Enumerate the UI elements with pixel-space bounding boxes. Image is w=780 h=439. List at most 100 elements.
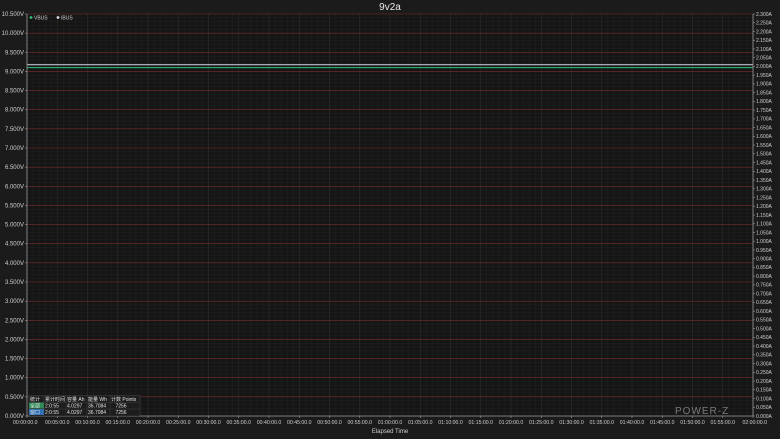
y-right-tick-label: 0.150A	[756, 388, 773, 394]
y-left-tick-label: 4.500V	[5, 242, 24, 248]
y-right-tick-label: 1.150A	[756, 213, 773, 219]
y-right-tick-label: 0.400A	[756, 344, 773, 350]
y-right-tick-label: 0.800A	[756, 274, 773, 280]
legend-vbus-label: VBUS	[34, 16, 48, 22]
y-right-tick-label: 0.000A	[756, 414, 773, 420]
y-right-tick-label: 2.300A	[756, 12, 773, 18]
y-left-tick-label: 4.000V	[5, 261, 24, 267]
stats-header-cell: 统计	[30, 396, 40, 403]
x-tick-label: 00:15:00.0	[105, 420, 130, 426]
y-right-tick-label: 0.500A	[756, 326, 773, 332]
stats-row-label: 全部	[30, 403, 40, 410]
x-tick-label: 00:50:00.0	[317, 420, 342, 426]
y-left-tick-label: 9.500V	[5, 50, 24, 56]
x-tick-label: 00:30:00.0	[196, 420, 221, 426]
y-right-tick-label: 0.250A	[756, 370, 773, 376]
legend-vbus-marker	[29, 16, 33, 19]
stats-cell: 7256	[115, 410, 126, 416]
y-right-tick-label: 1.900A	[756, 82, 773, 88]
y-left-tick-label: 1.500V	[5, 357, 24, 363]
x-tick-label: 01:30:00.0	[559, 420, 584, 426]
y-right-tick-label: 1.800A	[756, 99, 773, 105]
y-right-tick-label: 1.050A	[756, 230, 773, 236]
stats-header-cell: 累计时间	[45, 396, 65, 403]
y-right-tick-label: 0.750A	[756, 283, 773, 289]
y-right-tick-label: 0.550A	[756, 318, 773, 324]
y-right-tick-label: 0.700A	[756, 291, 773, 297]
stats-header-cell: 计数 Points	[111, 396, 137, 403]
y-right-tick-label: 1.000A	[756, 239, 773, 245]
stats-cell: 4.0297	[67, 410, 83, 416]
stats-cell: 4.0297	[67, 404, 83, 410]
y-left-tick-label: 2.000V	[5, 337, 24, 343]
legend-ibus-marker	[56, 16, 60, 19]
x-tick-label: 02:00:00.0	[742, 420, 767, 426]
y-left-tick-label: 3.500V	[5, 280, 24, 286]
y-right-ticks: 0.000A 0.050A 0.100A 0.150A 0.200A 0.250A 0.30…	[753, 12, 773, 420]
x-tick-label: 01:15:00.0	[468, 420, 493, 426]
power-chart: 0.000V0.500V1.000V1.500V2.000V2.500V3.00…	[2, 2, 773, 435]
x-tick-label: 00:10:00.0	[75, 420, 100, 426]
y-right-tick-label: 1.400A	[756, 169, 773, 175]
logo-text: POWER-Z	[675, 406, 729, 417]
y-right-tick-label: 0.200A	[756, 379, 773, 385]
y-right-tick-label: 2.000A	[756, 64, 773, 70]
x-tick-label: 01:00:00.0	[378, 420, 403, 426]
y-left-tick-label: 6.500V	[5, 165, 24, 171]
y-right-tick-label: 0.350A	[756, 353, 773, 359]
chart-window: 0.000V 0.500V 1.000V 1.500V 2.000V 2.500V 3.00…	[0, 0, 780, 439]
chart-title: 9v2a	[379, 2, 401, 13]
y-left-tick-label: 6.000V	[5, 184, 24, 190]
x-tick-label: 00:25:00.0	[166, 420, 191, 426]
x-tick-label: 00:20:00.0	[136, 420, 161, 426]
y-left-tick-label: 3.000V	[5, 299, 24, 305]
x-tick-label: 01:20:00.0	[499, 420, 524, 426]
stats-header-cell: 能量 Wh	[88, 396, 107, 403]
x-tick-label: 01:45:00.0	[650, 420, 675, 426]
x-tick-label: 00:55:00.0	[347, 420, 372, 426]
y-right-tick-label: 2.150A	[756, 38, 773, 44]
x-tick-label: 00:00:00.0	[13, 420, 38, 426]
stats-cell: 36.7084	[88, 410, 106, 416]
stats-cell: 2:0:55	[45, 410, 59, 416]
y-right-tick-label: 1.550A	[756, 143, 773, 149]
x-tick-label: 00:40:00.0	[257, 420, 282, 426]
x-tick-label: 00:45:00.0	[287, 420, 312, 426]
y-right-tick-label: 1.950A	[756, 73, 773, 79]
y-left-tick-label: 5.000V	[5, 223, 24, 229]
y-left-tick-label: 7.000V	[5, 146, 24, 152]
x-ticks: 00:00:00.0 00:05:00.0 00:10:00.0 00:15:00.0…	[13, 416, 767, 426]
y-left-tick-label: 5.500V	[5, 203, 24, 209]
y-right-tick-label: 1.600A	[756, 134, 773, 140]
grid	[26, 13, 754, 417]
y-right-tick-label: 1.500A	[756, 152, 773, 158]
y-left-tick-label: 8.000V	[5, 108, 24, 114]
y-right-tick-label: 1.750A	[756, 108, 773, 114]
y-left-tick-label: 10.000V	[2, 31, 24, 37]
x-tick-label: 00:35:00.0	[226, 420, 251, 426]
y-left-tick-label: 1.000V	[5, 376, 24, 382]
y-right-tick-label: 0.300A	[756, 361, 773, 367]
y-left-tick-label: 10.500V	[2, 12, 24, 18]
y-right-tick-label: 0.050A	[756, 405, 773, 411]
y-left-tick-label: 2.500V	[5, 318, 24, 324]
stats-header-cell: 容量 Ah	[67, 396, 85, 403]
y-right-tick-label: 1.200A	[756, 204, 773, 210]
stats-cell: 2:0:55	[45, 404, 59, 410]
y-right-tick-label: 1.650A	[756, 125, 773, 131]
y-right-tick-label: 1.350A	[756, 178, 773, 184]
stats-cell: 36.7084	[88, 404, 106, 410]
x-tick-label: 01:10:00.0	[438, 420, 463, 426]
y-left-tick-label: 7.500V	[5, 127, 24, 133]
x-tick-label: 01:50:00.0	[680, 420, 705, 426]
stats-cell: 7256	[115, 404, 126, 410]
y-right-tick-label: 0.100A	[756, 396, 773, 402]
logo: POWER-Z	[675, 406, 729, 417]
y-left-ticks: 0.000V0.500V1.000V1.500V2.000V2.500V3.00…	[2, 12, 27, 420]
stats-row-label: 窗口	[30, 409, 40, 416]
y-right-tick-label: 2.250A	[756, 21, 773, 27]
y-right-tick-label: 1.450A	[756, 160, 773, 166]
stats-table: 统计 累计时间 容量 Ah 能量 Wh 计数 Points 全部 2:0:55 4.0297 3…	[28, 395, 141, 417]
y-right-tick-label: 1.100A	[756, 222, 773, 228]
y-right-tick-label: 0.600A	[756, 309, 773, 315]
